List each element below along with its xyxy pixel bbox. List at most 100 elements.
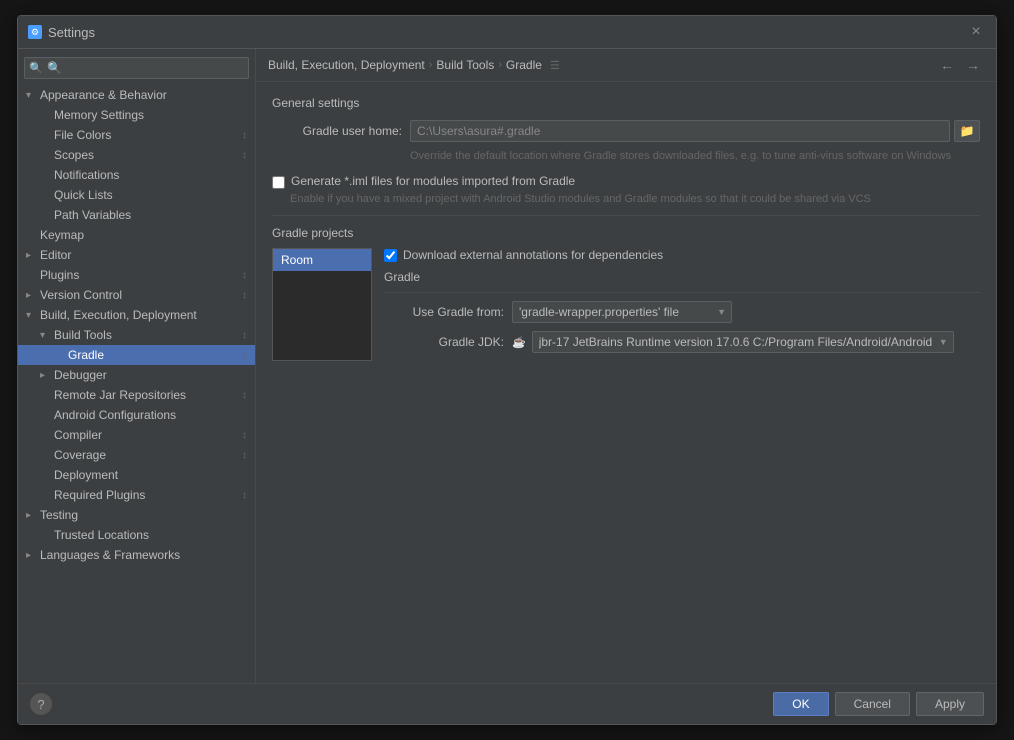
gradle-jdk-select-wrap: ☕ jbr-17 JetBrains Runtime version 17.0.… bbox=[512, 331, 980, 353]
titlebar: ⚙ Settings × bbox=[18, 16, 996, 49]
sidebar-item-memory-settings[interactable]: Memory Settings bbox=[18, 105, 255, 125]
breadcrumb-bar: Build, Execution, Deployment › Build Too… bbox=[256, 49, 996, 82]
generate-iml-checkbox[interactable] bbox=[272, 176, 285, 189]
projects-list: Room bbox=[272, 248, 372, 361]
section-divider bbox=[272, 215, 980, 216]
sidebar-item-compiler[interactable]: Compiler↕ bbox=[18, 425, 255, 445]
sidebar-item-plugins[interactable]: Plugins↕ bbox=[18, 265, 255, 285]
sync-icon-file-colors: ↕ bbox=[242, 130, 247, 141]
generate-iml-label: Generate *.iml files for modules importe… bbox=[291, 174, 575, 188]
sidebar-item-path-variables[interactable]: Path Variables bbox=[18, 205, 255, 225]
gradle-user-home-hint: Override the default location where Grad… bbox=[410, 150, 980, 162]
sidebar-item-coverage[interactable]: Coverage↕ bbox=[18, 445, 255, 465]
gradle-subsection-title: Gradle bbox=[384, 270, 980, 284]
generate-iml-row: Generate *.iml files for modules importe… bbox=[272, 174, 980, 189]
sidebar-item-android-configurations[interactable]: Android Configurations bbox=[18, 405, 255, 425]
sync-icon-plugins: ↕ bbox=[242, 270, 247, 281]
download-annotations-checkbox[interactable] bbox=[384, 249, 397, 262]
general-settings-title: General settings bbox=[272, 96, 980, 110]
sidebar-item-gradle[interactable]: Gradle↕ bbox=[18, 345, 255, 365]
sidebar-label-languages-frameworks: Languages & Frameworks bbox=[40, 548, 247, 562]
dialog-body: 🔍 ▾Appearance & Behavior Memory Settings… bbox=[18, 49, 996, 683]
sidebar-item-editor[interactable]: ▸Editor bbox=[18, 245, 255, 265]
sync-icon-remote-jar-repositories: ↕ bbox=[242, 390, 247, 401]
sidebar-item-debugger[interactable]: ▸Debugger bbox=[18, 365, 255, 385]
dialog-title: Settings bbox=[48, 25, 95, 40]
sidebar-label-required-plugins: Required Plugins bbox=[54, 488, 242, 502]
breadcrumb-item-1[interactable]: Build, Execution, Deployment bbox=[268, 58, 425, 72]
search-input[interactable] bbox=[24, 57, 249, 79]
use-gradle-from-select[interactable]: 'gradle-wrapper.properties' file Specifi… bbox=[512, 301, 732, 323]
sidebar-tree: ▾Appearance & Behavior Memory Settings F… bbox=[18, 85, 255, 565]
apply-button[interactable]: Apply bbox=[916, 692, 984, 716]
expand-arrow-editor: ▸ bbox=[26, 250, 40, 261]
use-gradle-from-select-wrap: 'gradle-wrapper.properties' file Specifi… bbox=[512, 301, 732, 323]
gradle-projects-title: Gradle projects bbox=[272, 226, 980, 240]
gradle-jdk-select[interactable]: jbr-17 JetBrains Runtime version 17.0.6 … bbox=[532, 331, 954, 353]
sidebar-label-debugger: Debugger bbox=[54, 368, 247, 382]
cancel-button[interactable]: Cancel bbox=[835, 692, 910, 716]
sidebar-item-deployment[interactable]: Deployment bbox=[18, 465, 255, 485]
sidebar-item-build-tools[interactable]: ▾Build Tools↕ bbox=[18, 325, 255, 345]
breadcrumb-sep-2: › bbox=[498, 59, 502, 71]
sidebar-item-required-plugins[interactable]: Required Plugins↕ bbox=[18, 485, 255, 505]
sync-icon-scopes: ↕ bbox=[242, 150, 247, 161]
sidebar-label-quick-lists: Quick Lists bbox=[54, 188, 247, 202]
sidebar-item-languages-frameworks[interactable]: ▸Languages & Frameworks bbox=[18, 545, 255, 565]
use-gradle-from-label: Use Gradle from: bbox=[384, 305, 504, 319]
sidebar-item-appearance-behavior[interactable]: ▾Appearance & Behavior bbox=[18, 85, 255, 105]
sidebar-label-scopes: Scopes bbox=[54, 148, 242, 162]
sidebar-item-scopes[interactable]: Scopes↕ bbox=[18, 145, 255, 165]
sidebar-label-remote-jar-repositories: Remote Jar Repositories bbox=[54, 388, 242, 402]
sidebar-item-testing[interactable]: ▸Testing bbox=[18, 505, 255, 525]
project-item-room[interactable]: Room bbox=[273, 249, 371, 271]
expand-arrow-debugger: ▸ bbox=[40, 370, 54, 381]
project-settings: Download external annotations for depend… bbox=[384, 248, 980, 361]
sync-icon-build-tools: ↕ bbox=[242, 330, 247, 341]
sidebar-item-quick-lists[interactable]: Quick Lists bbox=[18, 185, 255, 205]
sidebar-label-memory-settings: Memory Settings bbox=[54, 108, 247, 122]
sidebar-label-testing: Testing bbox=[40, 508, 247, 522]
expand-arrow-version-control: ▸ bbox=[26, 290, 40, 301]
sidebar-item-notifications[interactable]: Notifications bbox=[18, 165, 255, 185]
gradle-sub-divider bbox=[384, 292, 980, 293]
sidebar-item-file-colors[interactable]: File Colors↕ bbox=[18, 125, 255, 145]
expand-arrow-testing: ▸ bbox=[26, 510, 40, 521]
sidebar-label-keymap: Keymap bbox=[40, 228, 247, 242]
sync-icon-gradle: ↕ bbox=[242, 350, 247, 361]
generate-iml-hint: Enable if you have a mixed project with … bbox=[290, 193, 980, 205]
jdk-icon: ☕ bbox=[512, 336, 526, 349]
ok-button[interactable]: OK bbox=[773, 692, 828, 716]
close-button[interactable]: × bbox=[966, 22, 986, 42]
sidebar-label-file-colors: File Colors bbox=[54, 128, 242, 142]
expand-arrow-build-execution-deployment: ▾ bbox=[26, 310, 40, 321]
sidebar-label-compiler: Compiler bbox=[54, 428, 242, 442]
sidebar-label-android-configurations: Android Configurations bbox=[54, 408, 247, 422]
nav-back-button[interactable]: ← bbox=[936, 55, 958, 75]
sidebar-label-editor: Editor bbox=[40, 248, 247, 262]
main-content: Build, Execution, Deployment › Build Too… bbox=[256, 49, 996, 683]
sidebar-label-version-control: Version Control bbox=[40, 288, 242, 302]
sidebar-item-version-control[interactable]: ▸Version Control↕ bbox=[18, 285, 255, 305]
sidebar-label-path-variables: Path Variables bbox=[54, 208, 247, 222]
use-gradle-from-select-wrapper: 'gradle-wrapper.properties' file Specifi… bbox=[512, 301, 732, 323]
breadcrumb-sep-1: › bbox=[429, 59, 433, 71]
nav-forward-button[interactable]: → bbox=[962, 55, 984, 75]
breadcrumb-item-2[interactable]: Build Tools bbox=[436, 58, 494, 72]
sidebar-item-build-execution-deployment[interactable]: ▾Build, Execution, Deployment bbox=[18, 305, 255, 325]
browse-button[interactable]: 📁 bbox=[954, 120, 980, 142]
sidebar-item-trusted-locations[interactable]: Trusted Locations bbox=[18, 525, 255, 545]
sync-icon-compiler: ↕ bbox=[242, 430, 247, 441]
sidebar-item-remote-jar-repositories[interactable]: Remote Jar Repositories↕ bbox=[18, 385, 255, 405]
dialog-footer: ? OK Cancel Apply bbox=[18, 683, 996, 724]
sidebar-item-keymap[interactable]: Keymap bbox=[18, 225, 255, 245]
sidebar: 🔍 ▾Appearance & Behavior Memory Settings… bbox=[18, 49, 256, 683]
settings-icon: ⚙ bbox=[28, 25, 42, 39]
breadcrumb-gear-icon: ☰ bbox=[550, 59, 560, 72]
search-box[interactable]: 🔍 bbox=[24, 57, 249, 79]
breadcrumb-current: Gradle bbox=[506, 58, 542, 72]
content-area: General settings Gradle user home: 📁 Ove… bbox=[256, 82, 996, 683]
gradle-user-home-input[interactable] bbox=[410, 120, 950, 142]
help-button[interactable]: ? bbox=[30, 693, 52, 715]
sidebar-label-build-execution-deployment: Build, Execution, Deployment bbox=[40, 308, 247, 322]
